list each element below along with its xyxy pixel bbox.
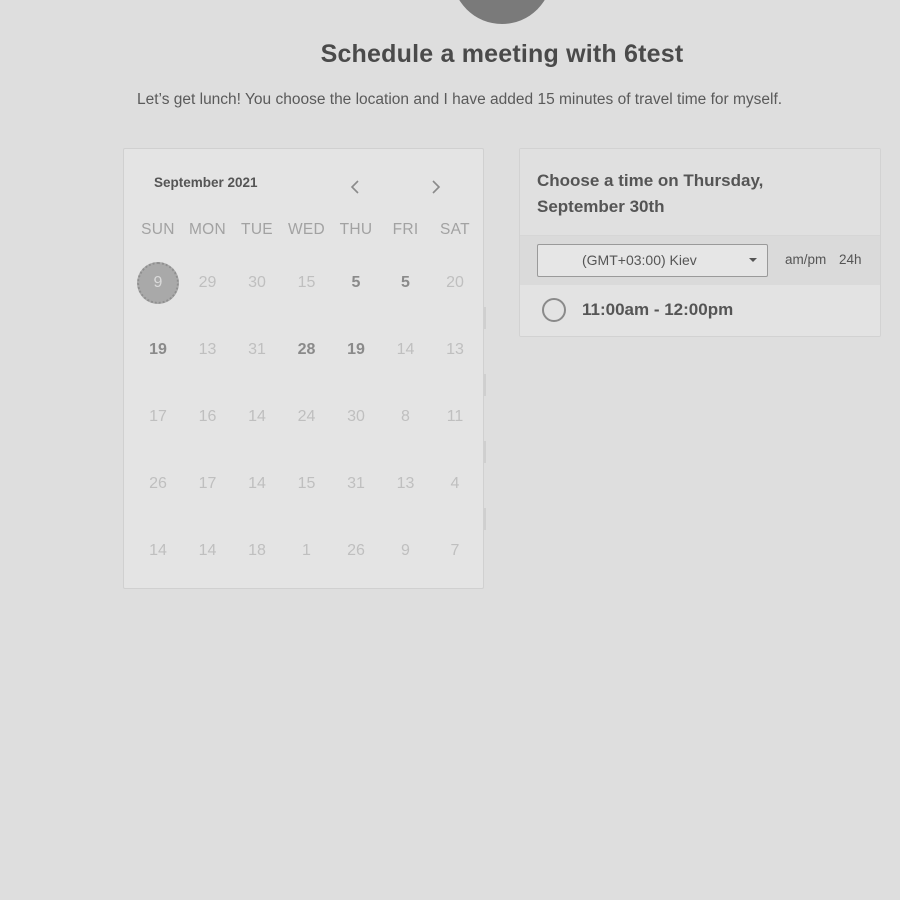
calendar-day: 9 [401, 542, 410, 559]
calendar-week-row: 17 16 14 24 30 8 11 [134, 397, 479, 437]
calendar-day: 14 [198, 542, 217, 559]
calendar-day: 14 [248, 408, 266, 425]
calendar-day: 30 [347, 408, 365, 425]
calendar-week-row: 26 17 14 15 31 13 4 [134, 464, 479, 504]
time-picker-panel: Choose a time on Thursday, September 30t… [519, 148, 881, 337]
calendar-day-available[interactable]: 28 [283, 330, 331, 370]
calendar-day: 31 [347, 475, 365, 492]
calendar-day: 14 [248, 475, 266, 492]
calendar-day: 7 [450, 542, 460, 559]
calendar-day-available[interactable]: 5 [332, 263, 380, 303]
time-slot-option[interactable]: 11:00am - 12:00pm [520, 286, 880, 336]
caret-down-icon [749, 258, 757, 262]
calendar-day: 4 [450, 475, 460, 492]
calendar-day: 11 [446, 408, 464, 425]
calendar-month-label: September 2021 [154, 175, 258, 190]
calendar-day: 15 [297, 475, 316, 492]
calendar-day: 14 [149, 542, 167, 559]
radio-button[interactable] [542, 298, 566, 322]
calendar-day: 29 [198, 274, 217, 291]
calendar-day-available[interactable]: 19 [332, 330, 380, 370]
timezone-value: (GMT+03:00) Kiev [582, 252, 697, 268]
calendar-divider [484, 374, 486, 396]
calendar-day: 30 [248, 274, 266, 291]
calendar: September 2021 SUN MON TUE WED THU FRI S… [123, 148, 486, 589]
weekday-label: TUE [241, 221, 273, 238]
calendar-day: 24 [297, 408, 316, 425]
chevron-left-icon [350, 180, 359, 194]
format-ampm-toggle[interactable]: am/pm [785, 252, 826, 267]
calendar-week-row: 19 13 31 28 19 14 13 [134, 330, 479, 370]
weekday-label: MON [188, 221, 227, 238]
calendar-day: 20 [446, 274, 464, 291]
calendar-day: 14 [396, 341, 415, 358]
calendar-day-available[interactable]: 5 [382, 263, 430, 303]
format-24h-toggle[interactable]: 24h [839, 252, 862, 267]
weekday-label: WED [287, 221, 326, 238]
time-slot-label: 11:00am - 12:00pm [582, 300, 734, 319]
calendar-day: 17 [149, 408, 167, 425]
calendar-divider [484, 307, 486, 329]
weekday-header-row: SUN MON TUE WED THU FRI SAT [134, 221, 479, 239]
calendar-day: 13 [396, 475, 415, 492]
page-title: Schedule a meeting with 6test [320, 40, 684, 68]
calendar-week-row: 14 14 18 1 26 9 7 [134, 531, 479, 571]
calendar-day-available[interactable]: 19 [134, 330, 182, 370]
next-month-button[interactable] [424, 175, 448, 199]
calendar-day: 17 [198, 475, 217, 492]
weekday-label: THU [339, 221, 373, 238]
calendar-day: 13 [198, 341, 217, 358]
calendar-day: 15 [297, 274, 316, 291]
calendar-day: 26 [149, 475, 167, 492]
timezone-row: (GMT+03:00) Kiev am/pm 24h [520, 236, 880, 285]
calendar-day: 13 [446, 341, 464, 358]
weekday-label: FRI [392, 221, 419, 238]
calendar-day: 18 [248, 542, 266, 559]
calendar-day: 16 [198, 408, 217, 425]
calendar-day: 31 [248, 341, 266, 358]
chevron-right-icon [432, 180, 441, 194]
meeting-description: Let’s get lunch! You choose the location… [137, 91, 783, 108]
weekday-label: SAT [440, 221, 470, 238]
calendar-week-row: 9 29 30 15 5 5 20 [134, 262, 479, 304]
avatar [452, 0, 552, 24]
time-panel-title: Choose a time on Thursday, September 30t… [537, 171, 764, 216]
prev-month-button[interactable] [343, 175, 367, 199]
calendar-day: 1 [302, 542, 311, 559]
calendar-day-selected[interactable]: 9 [134, 262, 182, 304]
calendar-day: 8 [401, 408, 410, 425]
weekday-label: SUN [141, 221, 175, 238]
calendar-day: 26 [347, 542, 365, 559]
calendar-divider [484, 508, 486, 530]
timezone-select[interactable]: (GMT+03:00) Kiev [537, 244, 768, 277]
time-panel-header: Choose a time on Thursday, September 30t… [520, 149, 880, 236]
calendar-divider [484, 441, 486, 463]
